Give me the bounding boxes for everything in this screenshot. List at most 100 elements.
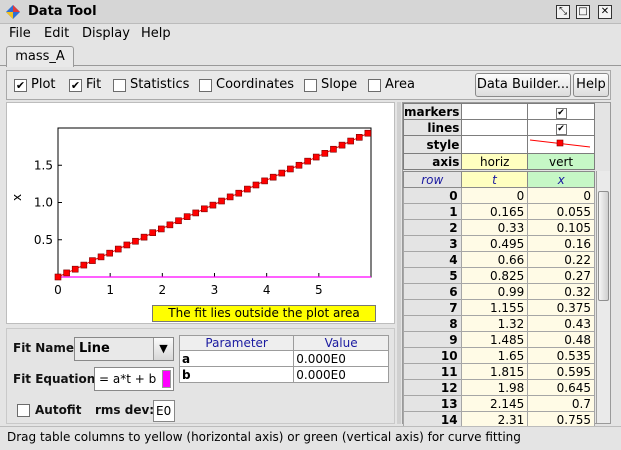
t-column-header[interactable]: t	[460, 171, 529, 188]
help-button[interactable]: Help	[573, 73, 609, 97]
x-cell[interactable]: 0	[527, 187, 595, 204]
data-point[interactable]	[218, 197, 225, 205]
table-row[interactable]: 5 0.825 0.27	[403, 267, 595, 284]
data-point[interactable]	[261, 177, 268, 185]
plot-area[interactable]: 0 1 2 3 4 5 0.5 1.0 1.5 x	[7, 103, 394, 323]
data-point[interactable]	[166, 221, 174, 229]
lines-checkbox[interactable]: ✔	[555, 124, 567, 135]
x-column-header[interactable]: x	[527, 171, 595, 188]
t-cell[interactable]: 0	[460, 187, 529, 204]
data-point[interactable]	[226, 193, 234, 201]
table-row[interactable]: 6 0.99 0.32	[403, 283, 595, 300]
table-row[interactable]: 7 1.155 0.375	[403, 299, 595, 316]
data-point[interactable]	[295, 161, 303, 169]
markers-checkbox[interactable]: ✔	[555, 108, 567, 119]
t-cell[interactable]: 1.65	[460, 347, 529, 364]
menu-edit[interactable]: Edit	[44, 26, 69, 41]
horiz-axis-cell[interactable]: horiz	[461, 153, 529, 170]
x-cell[interactable]: 0.22	[527, 251, 595, 268]
fit-name-select[interactable]: Line ▼	[74, 337, 174, 361]
data-point[interactable]	[244, 185, 251, 193]
x-cell[interactable]: 0.595	[527, 363, 595, 380]
data-point[interactable]	[97, 253, 105, 261]
t-cell[interactable]: 1.155	[460, 299, 529, 316]
x-cell[interactable]: 0.055	[527, 203, 595, 220]
data-point[interactable]	[347, 137, 354, 145]
fit-color-swatch[interactable]	[162, 370, 171, 388]
data-point[interactable]	[330, 145, 337, 153]
tab-mass-a[interactable]: mass_A	[6, 46, 74, 67]
x-cell[interactable]: 0.43	[527, 315, 595, 332]
row-header[interactable]: row	[403, 171, 462, 188]
data-point[interactable]	[149, 229, 156, 236]
t-cell[interactable]: 0.825	[460, 267, 529, 284]
data-point[interactable]	[89, 257, 96, 264]
t-cell[interactable]: 1.98	[460, 379, 529, 396]
data-point[interactable]	[175, 217, 182, 225]
scrollbar-thumb[interactable]	[598, 191, 609, 301]
data-point[interactable]	[80, 261, 88, 269]
data-point[interactable]	[278, 169, 286, 177]
t-cell[interactable]: 0.33	[460, 219, 529, 236]
table-row[interactable]: 13 2.145 0.7	[403, 395, 595, 412]
restore-icon[interactable]: ⤡	[556, 5, 570, 19]
t-cell[interactable]: 1.815	[460, 363, 529, 380]
data-point[interactable]	[209, 201, 217, 209]
table-row[interactable]: 1 0.165 0.055	[403, 203, 595, 220]
param-value[interactable]: 0.000E0	[293, 366, 389, 383]
data-point[interactable]	[106, 249, 113, 257]
table-row[interactable]: 9 1.485 0.48	[403, 331, 595, 348]
data-point[interactable]	[140, 233, 148, 241]
x-cell[interactable]: 0.535	[527, 347, 595, 364]
data-point[interactable]	[287, 165, 294, 173]
style-cell[interactable]	[527, 135, 595, 154]
plot-panel[interactable]: 0 1 2 3 4 5 0.5 1.0 1.5 x The fit lies outside …	[6, 102, 395, 324]
x-cell[interactable]: 0.7	[527, 395, 595, 412]
chevron-down-icon[interactable]: ▼	[153, 338, 173, 360]
table-scrollbar[interactable]	[596, 171, 610, 423]
data-point[interactable]	[235, 189, 243, 197]
x-cell[interactable]: 0.48	[527, 331, 595, 348]
data-point[interactable]	[132, 237, 139, 245]
vert-axis-cell[interactable]: vert	[527, 153, 595, 170]
t-cell[interactable]: 0.66	[460, 251, 529, 268]
data-point[interactable]	[312, 153, 320, 161]
lines-cell[interactable]: ✔	[527, 119, 595, 136]
data-point[interactable]	[355, 134, 363, 141]
table-row[interactable]: 11 1.815 0.595	[403, 363, 595, 380]
data-point[interactable]	[364, 129, 372, 137]
table-row[interactable]: 12 1.98 0.645	[403, 379, 595, 396]
data-builder-button[interactable]: Data Builder...	[475, 73, 571, 97]
plot-checkbox[interactable]: ✔	[14, 79, 27, 92]
data-point[interactable]	[252, 181, 260, 189]
x-cell[interactable]: 0.375	[527, 299, 595, 316]
t-cell[interactable]: 0.165	[460, 203, 529, 220]
data-point[interactable]	[192, 209, 200, 217]
vertical-splitter[interactable]	[397, 102, 401, 424]
data-point[interactable]	[269, 173, 277, 181]
data-point[interactable]	[71, 265, 79, 273]
x-cell[interactable]: 0.645	[527, 379, 595, 396]
data-point[interactable]	[54, 273, 62, 281]
markers-cell[interactable]: ✔	[527, 103, 595, 120]
t-cell[interactable]: 0.495	[460, 235, 529, 252]
data-point[interactable]	[157, 225, 165, 233]
t-cell[interactable]: 1.485	[460, 331, 529, 348]
table-row[interactable]: 10 1.65 0.535	[403, 347, 595, 364]
maximize-icon[interactable]: □	[576, 5, 590, 19]
area-checkbox[interactable]	[368, 79, 381, 92]
data-point[interactable]	[338, 141, 346, 149]
data-point[interactable]	[304, 157, 311, 165]
close-icon[interactable]: ✕	[598, 5, 612, 19]
menu-help[interactable]: Help	[141, 26, 171, 41]
t-cell[interactable]: 0.99	[460, 283, 529, 300]
x-cell[interactable]: 0.105	[527, 219, 595, 236]
coordinates-checkbox[interactable]	[199, 79, 212, 92]
data-point[interactable]	[321, 150, 329, 157]
table-row[interactable]: 2 0.33 0.105	[403, 219, 595, 236]
t-cell[interactable]: 1.32	[460, 315, 529, 332]
table-row[interactable]: 3 0.495 0.16	[403, 235, 595, 252]
data-point[interactable]	[114, 245, 122, 253]
x-cell[interactable]: 0.27	[527, 267, 595, 284]
statistics-checkbox[interactable]	[113, 79, 126, 92]
